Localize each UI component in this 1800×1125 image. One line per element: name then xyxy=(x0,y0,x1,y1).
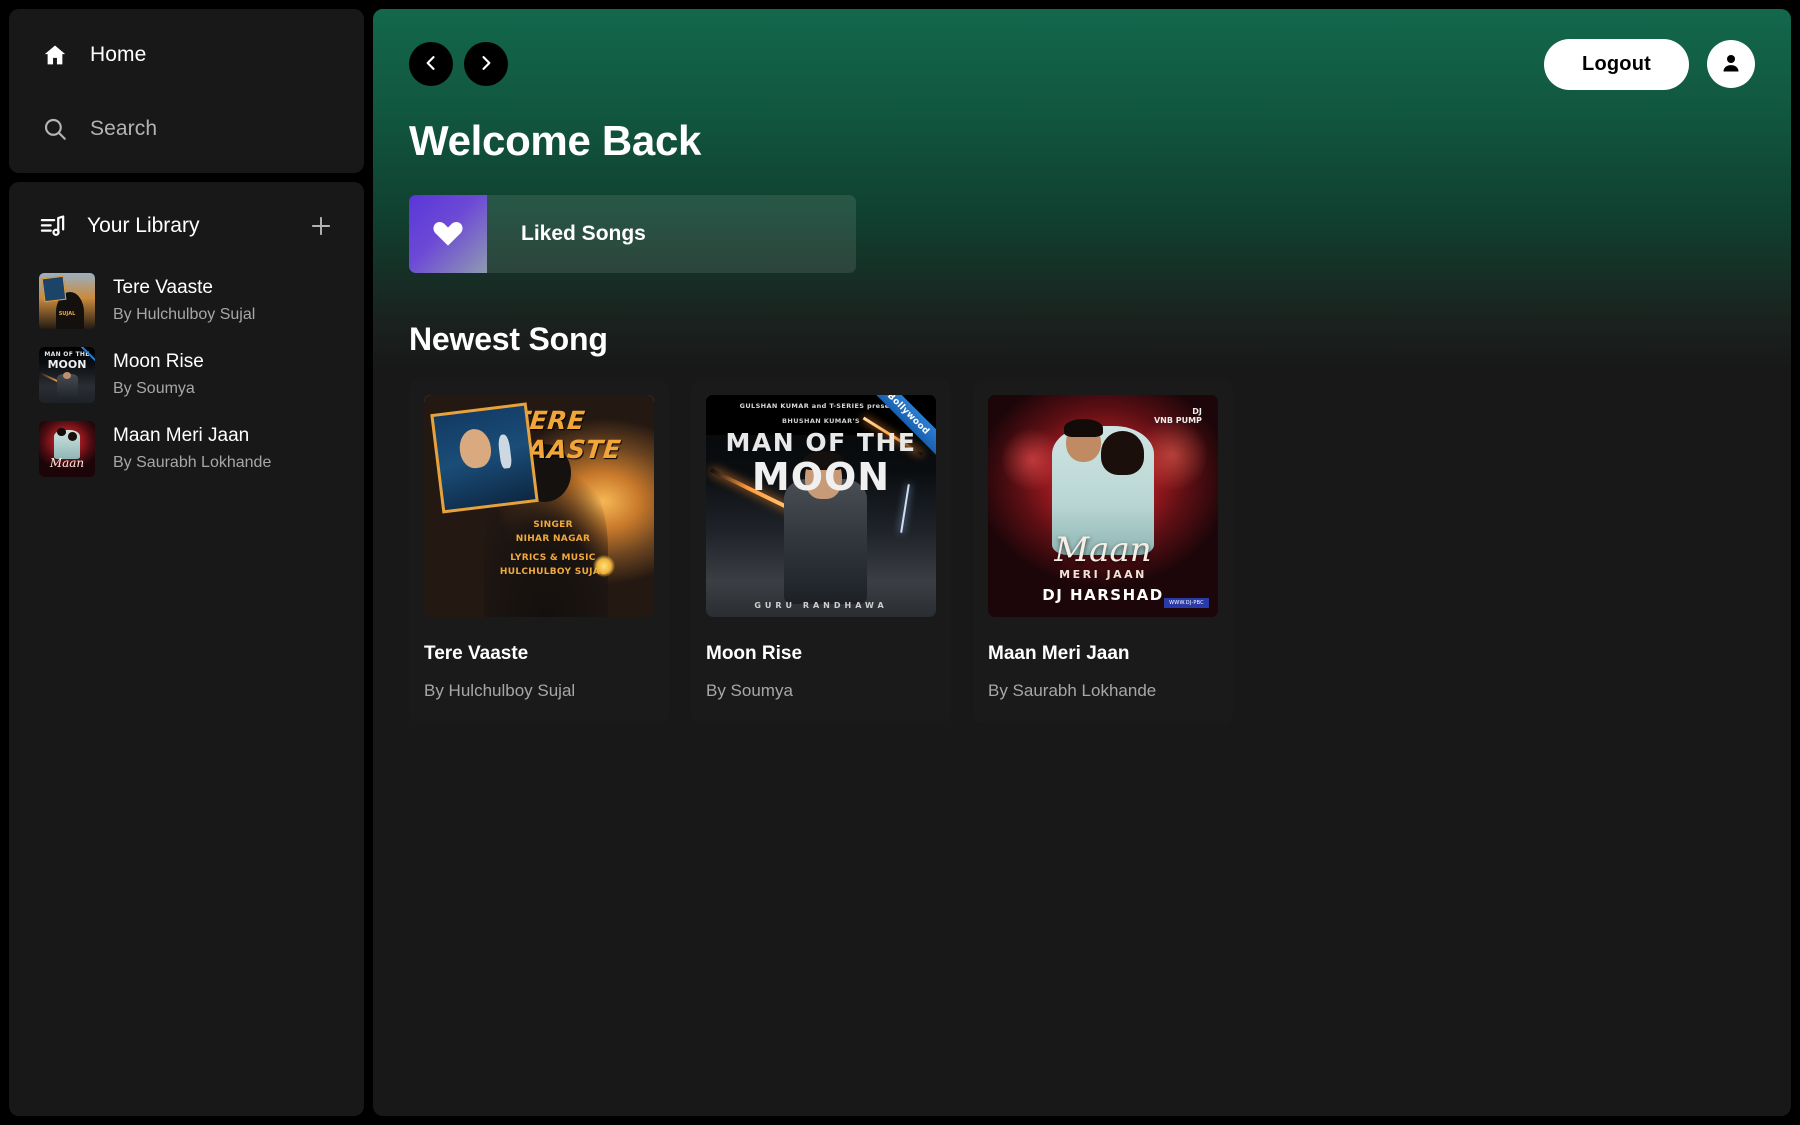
song-card[interactable]: Maan MERI JAAN DJ HARSHAD DJ VNB PUMP WWW… xyxy=(973,380,1233,723)
app-root: Home Search Your Library SUJAL Tere Vaas… xyxy=(0,0,1800,1125)
chevron-left-icon xyxy=(421,53,441,76)
song-card-row: TERE VAASTE SINGER NIHAR NAGAR LYRICS & M… xyxy=(409,380,1755,723)
cover-tag: WWW.DJ-PBC xyxy=(1164,598,1209,609)
main-topbar: Logout xyxy=(409,37,1755,91)
library-item-artist: By Hulchulboy Sujal xyxy=(113,305,256,323)
cover-credit-music: LYRICS & MUSIC HULCHULBOY SUJAL xyxy=(499,553,607,577)
library-item-cover: MAN OF THE MOON xyxy=(39,347,95,403)
sidebar-item-home[interactable]: Home xyxy=(9,33,364,77)
sidebar-item-search-label: Search xyxy=(90,117,158,140)
liked-songs-card[interactable]: Liked Songs xyxy=(409,195,856,273)
library-item-cover: Maan xyxy=(39,421,95,477)
liked-songs-label: Liked Songs xyxy=(521,222,646,245)
song-card[interactable]: TERE VAASTE SINGER NIHAR NAGAR LYRICS & M… xyxy=(409,380,669,723)
cover-line-1: MAN OF THE xyxy=(725,428,917,458)
avatar[interactable] xyxy=(1707,40,1755,88)
cover-credit-singer: SINGER NIHAR NAGAR xyxy=(515,520,591,544)
cover-artist-credit: GURU RANDHAWA xyxy=(754,601,888,611)
song-title: Tere Vaaste xyxy=(424,643,529,664)
forward-button[interactable] xyxy=(464,42,508,86)
library-title: Your Library xyxy=(87,214,200,237)
library-list: SUJAL Tere Vaaste By Hulchulboy Sujal MA… xyxy=(9,264,364,486)
library-header: Your Library xyxy=(9,204,364,248)
list-item[interactable]: MAN OF THE MOON Moon Rise By Soumya xyxy=(23,338,350,412)
section-title-newest-song: Newest Song xyxy=(409,321,608,357)
cover-title: Maan xyxy=(1054,530,1152,571)
sidebar-item-home-label: Home xyxy=(90,43,147,66)
library-icon xyxy=(39,212,67,240)
list-item[interactable]: Maan Maan Meri Jaan By Saurabh Lokhande xyxy=(23,412,350,486)
cover-subtitle: MERI JAAN xyxy=(1059,568,1147,582)
song-artist: By Soumya xyxy=(706,681,793,700)
song-artist: By Hulchulboy Sujal xyxy=(424,681,576,700)
library-item-title: Tere Vaaste xyxy=(113,277,213,299)
search-icon xyxy=(41,115,69,143)
cover-line-2: MOON xyxy=(751,454,891,499)
add-playlist-button[interactable] xyxy=(306,211,336,241)
history-nav xyxy=(409,42,508,86)
heart-icon xyxy=(432,217,464,252)
library-item-cover: SUJAL xyxy=(39,273,95,329)
song-artist: By Saurabh Lokhande xyxy=(988,681,1157,700)
sidebar: Home Search Your Library SUJAL Tere Vaas… xyxy=(9,9,364,1116)
main-content: Logout Welcome Back Liked Songs Newest S… xyxy=(373,9,1791,1116)
library-item-artist: By Soumya xyxy=(113,379,195,397)
page-title: Welcome Back xyxy=(409,117,702,164)
song-cover-maan-meri-jaan: Maan MERI JAAN DJ HARSHAD DJ VNB PUMP WWW… xyxy=(988,395,1218,617)
cover-logo: DJ VNB PUMP xyxy=(1153,407,1202,426)
user-icon xyxy=(1719,51,1743,78)
sidebar-library-panel: Your Library SUJAL Tere Vaaste By Hulchu… xyxy=(9,182,364,1116)
library-item-artist: By Saurabh Lokhande xyxy=(113,453,272,471)
library-item-title: Maan Meri Jaan xyxy=(113,425,250,447)
back-button[interactable] xyxy=(409,42,453,86)
song-cover-moon-rise: GULSHAN KUMAR and T-SERIES presents BHUS… xyxy=(706,395,936,617)
liked-songs-art xyxy=(409,195,487,273)
chevron-right-icon xyxy=(476,53,496,76)
song-card[interactable]: GULSHAN KUMAR and T-SERIES presents BHUS… xyxy=(691,380,951,723)
account-controls: Logout xyxy=(1544,38,1755,90)
sidebar-nav-panel: Home Search xyxy=(9,9,364,173)
song-title: Maan Meri Jaan xyxy=(988,643,1130,664)
song-title: Moon Rise xyxy=(706,643,803,664)
song-cover-tere-vaaste: TERE VAASTE SINGER NIHAR NAGAR LYRICS & M… xyxy=(424,395,654,617)
home-icon xyxy=(41,41,69,69)
sidebar-item-search[interactable]: Search xyxy=(9,107,364,151)
logout-button[interactable]: Logout xyxy=(1544,38,1689,90)
list-item[interactable]: SUJAL Tere Vaaste By Hulchulboy Sujal xyxy=(23,264,350,338)
library-item-title: Moon Rise xyxy=(113,351,204,373)
